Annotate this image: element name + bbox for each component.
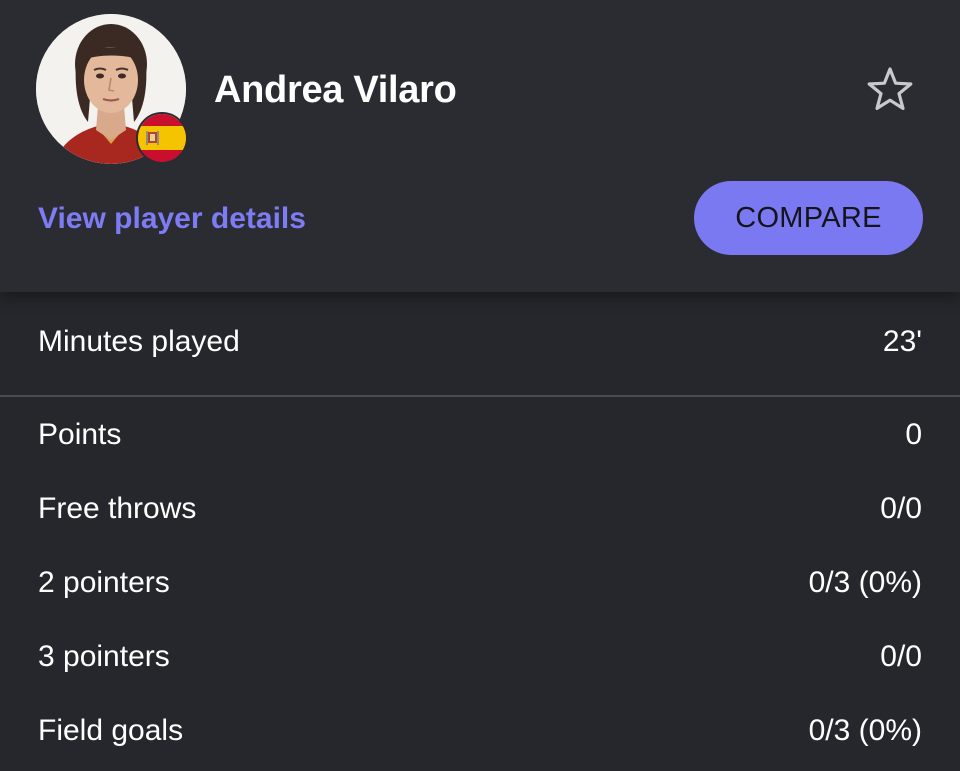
stat-row-points: Points 0 [38,413,922,457]
divider [0,395,960,397]
compare-button[interactable]: COMPARE [694,181,923,255]
player-header: Andrea Vilaro View player details COMPAR… [0,0,960,292]
view-player-details-link[interactable]: View player details [38,198,306,240]
player-stats-card: Andrea Vilaro View player details COMPAR… [0,0,960,771]
stat-row-3-pointers: 3 pointers 0/0 [38,635,922,679]
stat-value: 0/3 (0%) [808,714,922,747]
minutes-played-row: Minutes played 23' [38,320,922,364]
stat-value: 0 [905,418,922,451]
stat-label: Points [38,418,122,451]
stat-row-2-pointers: 2 pointers 0/3 (0%) [38,561,922,605]
stat-value: 0/3 (0%) [808,566,922,599]
stat-value: 0/0 [880,640,922,673]
stat-label: 3 pointers [38,640,170,673]
stat-label: Free throws [38,492,197,525]
spain-flag-icon [136,112,188,164]
stat-row-field-goals: Field goals 0/3 (0%) [38,709,922,753]
stat-label: Minutes played [38,325,240,358]
stat-row-free-throws: Free throws 0/0 [38,487,922,531]
favorite-star-icon[interactable] [864,64,916,116]
stat-value: 23' [882,325,922,358]
player-name: Andrea Vilaro [214,69,457,111]
stat-value: 0/0 [880,492,922,525]
stat-label: 2 pointers [38,566,170,599]
stat-label: Field goals [38,714,184,747]
